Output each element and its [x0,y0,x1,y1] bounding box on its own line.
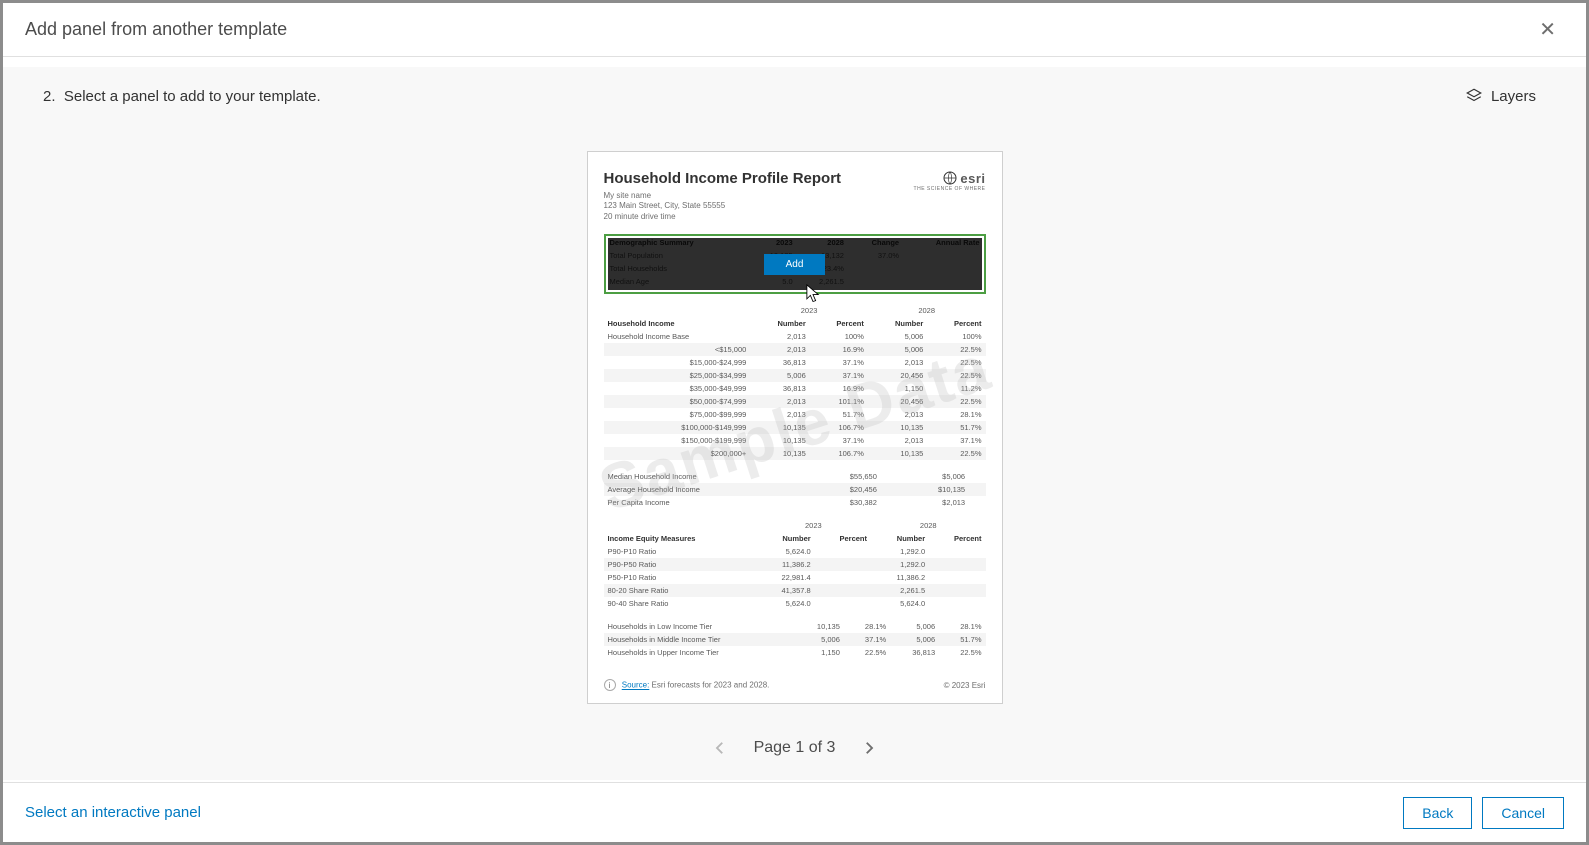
income-table: 20232028 Household IncomeNumberPercentNu… [604,304,986,460]
table-row: Household Income Base2,013100%5,006100% [604,330,986,343]
esri-logo: esri THE SCIENCE OF WHERE [914,170,986,192]
pager: Page 1 of 3 [706,734,884,762]
logo-text: esri [960,171,985,186]
add-button[interactable]: Add [764,254,826,275]
table-row: $25,000-$34,9995,00637.1%20,45622.5% [604,369,986,382]
source-link[interactable]: Source: [622,681,650,690]
dialog-footer: Select an interactive panel Back Cancel [3,782,1586,842]
table-row: $100,000-$149,99910,135106.7%10,13551.7% [604,421,986,434]
table-row: 90-40 Share Ratio5,624.05,624.0 [604,597,986,610]
dialog-header: Add panel from another template ✕ [3,3,1586,57]
back-button[interactable]: Back [1403,797,1472,829]
layers-button[interactable]: Layers [1455,81,1546,111]
table-row: $200,000+10,135106.7%10,13522.5% [604,447,986,460]
table-row: $150,000-$199,99910,13537.1%2,01337.1% [604,434,986,447]
table-row: $35,000-$49,99936,81316.9%1,15011.2% [604,382,986,395]
layers-icon [1465,87,1483,105]
report-subtitle: My site name 123 Main Street, City, Stat… [604,191,842,222]
step-instruction: 2. Select a panel to add to your templat… [43,88,321,105]
report-header: Household Income Profile Report My site … [604,170,986,222]
close-icon[interactable]: ✕ [1531,13,1564,46]
table-row: Median Household Income$55,650$5,006 [604,470,986,483]
income-stats-table: Median Household Income$55,650$5,006Aver… [604,470,986,509]
info-icon: i [604,679,616,691]
step-text: Select a panel to add to your template. [64,88,321,105]
tiers-table: Households in Low Income Tier10,13528.1%… [604,620,986,659]
dialog-body: 2. Select a panel to add to your templat… [3,67,1586,780]
chevron-left-icon [706,734,734,762]
selected-panel[interactable]: Demographic Summary20232028ChangeAnnual … [604,234,986,294]
cancel-button[interactable]: Cancel [1482,797,1564,829]
chevron-right-icon[interactable] [855,734,883,762]
table-row: 80-20 Share Ratio41,357.82,261.5 [604,584,986,597]
copyright-text: © 2023 Esri [944,681,986,690]
table-row: <$15,0002,01316.9%5,00622.5% [604,343,986,356]
table-row: $15,000-$24,99936,81337.1%2,01322.5% [604,356,986,369]
report-page[interactable]: Sample Data Household Income Profile Rep… [587,151,1003,704]
site-name: My site name [604,191,842,201]
globe-icon [942,170,958,186]
equity-section-header: Income Equity Measures [604,532,756,545]
logo-tagline: THE SCIENCE OF WHERE [914,186,986,192]
table-row: Per Capita Income$30,382$2,013 [604,496,986,509]
table-row: Households in Low Income Tier10,13528.1%… [604,620,986,633]
step-number: 2. [43,88,56,105]
panel-overlay: Add [608,238,982,290]
income-section-header: Household Income [604,317,751,330]
table-row: $50,000-$74,9992,013101.1%20,45622.5% [604,395,986,408]
table-row: P50-P10 Ratio22,981.411,386.2 [604,571,986,584]
layers-label: Layers [1491,88,1536,105]
table-row: Households in Upper Income Tier1,15022.5… [604,646,986,659]
equity-table: 20232028 Income Equity MeasuresNumberPer… [604,519,986,610]
pager-label: Page 1 of 3 [754,739,836,757]
report-title: Household Income Profile Report [604,170,842,187]
table-row: Average Household Income$20,456$10,135 [604,483,986,496]
table-row: $75,000-$99,9992,01351.7%2,01328.1% [604,408,986,421]
interactive-panel-link[interactable]: Select an interactive panel [25,804,201,821]
site-drivetime: 20 minute drive time [604,212,842,222]
source-text: Esri forecasts for 2023 and 2028. [652,681,770,690]
table-row: Households in Middle Income Tier5,00637.… [604,633,986,646]
toolbar: 2. Select a panel to add to your templat… [3,67,1586,111]
site-address: 123 Main Street, City, State 55555 [604,201,842,211]
report-footer: i Source: Esri forecasts for 2023 and 20… [604,679,986,691]
dialog-title: Add panel from another template [25,19,287,40]
table-row: P90-P50 Ratio11,386.21,292.0 [604,558,986,571]
table-row: P90-P10 Ratio5,624.01,292.0 [604,545,986,558]
